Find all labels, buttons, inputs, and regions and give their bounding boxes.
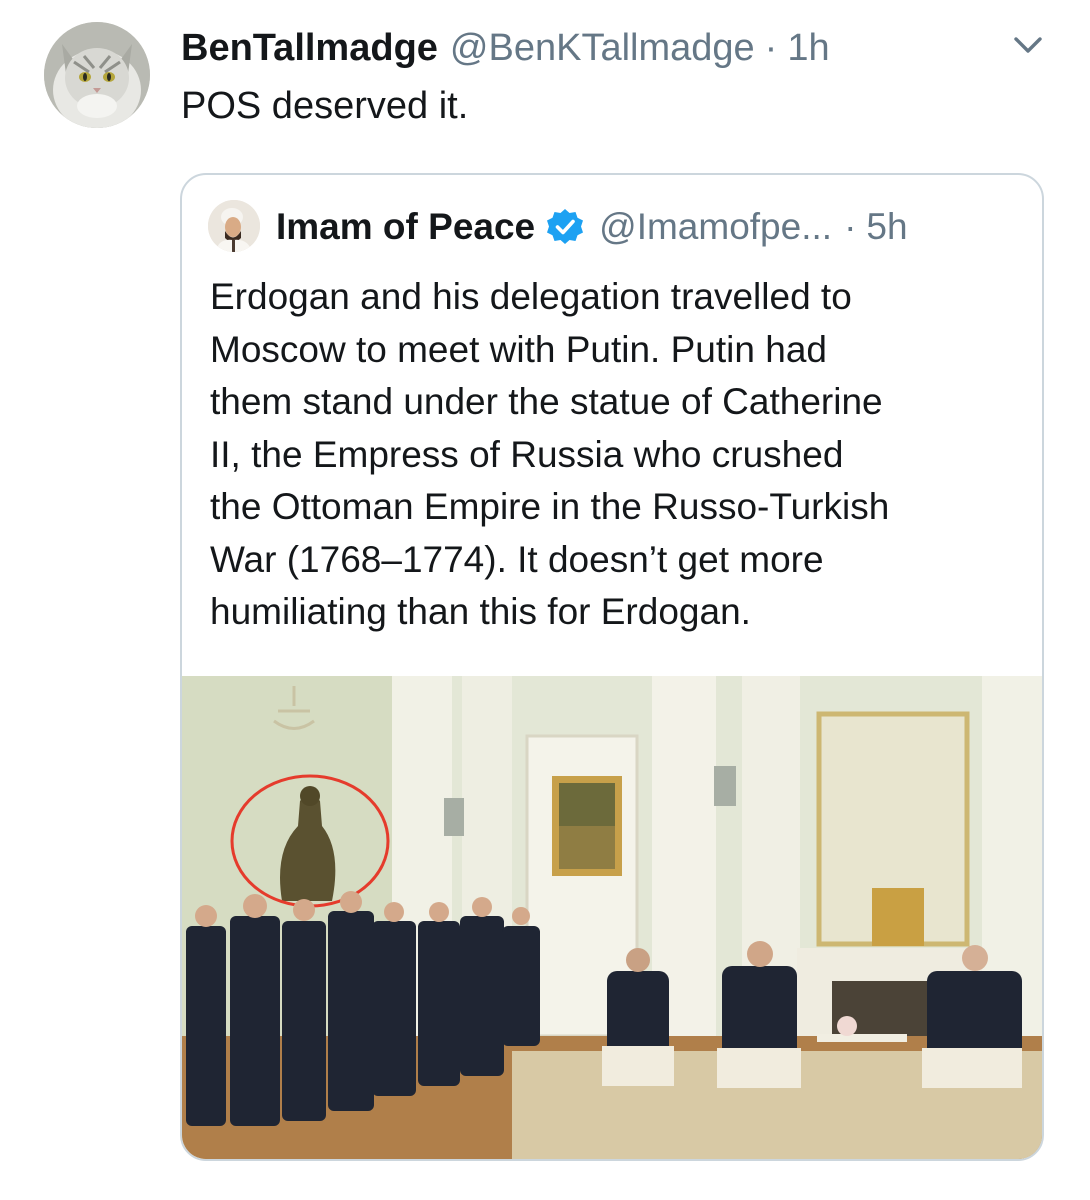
quoted-text-line: Moscow to meet with Putin. Putin had — [210, 328, 827, 370]
quoted-separator-dot: · — [844, 206, 857, 247]
timestamp[interactable]: 1h — [787, 27, 829, 70]
verified-badge-icon — [545, 207, 585, 247]
quoted-user-handle[interactable]: @Imamofpe... — [599, 206, 832, 248]
quoted-tweet[interactable]: Imam of Peace @Imamofpe... · 5h Erdogan … — [180, 173, 1044, 1161]
display-name[interactable]: BenTallmadge — [181, 27, 438, 70]
user-handle[interactable]: @BenKTallmadge — [450, 27, 755, 70]
separator-dot: · — [764, 26, 778, 69]
quoted-text-line: the Ottoman Empire in the Russo-Turkish — [210, 486, 890, 527]
quoted-tweet-header: Imam of Peace @Imamofpe... · 5h — [276, 203, 908, 251]
quoted-tweet-text: Erdogan and his delegation travelled to … — [210, 271, 1030, 639]
cat-avatar-icon[interactable] — [44, 22, 150, 128]
quoted-text-line: War (1768–1774). It doesn’t get more — [210, 538, 824, 580]
tweet-text: POS deserved it. — [181, 85, 469, 127]
imam-avatar-icon[interactable] — [208, 200, 260, 252]
tweet[interactable]: BenTallmadge @BenKTallmadge · 1h POS des… — [0, 0, 1090, 1200]
chevron-down-icon[interactable] — [1010, 30, 1046, 60]
tweet-header: BenTallmadge @BenKTallmadge · 1h — [181, 24, 830, 72]
quoted-display-name[interactable]: Imam of Peace — [276, 206, 535, 248]
quoted-text-line: II, the Empress of Russia who crushed — [210, 433, 844, 475]
quoted-text-line: Erdogan and his delegation travelled to — [210, 276, 852, 317]
quoted-timestamp[interactable]: 5h — [866, 206, 907, 248]
quoted-text-line: humiliating than this for Erdogan. — [210, 591, 751, 632]
quoted-text-line: them stand under the statue of Catherine — [210, 381, 883, 422]
kremlin-meeting-photo[interactable] — [182, 676, 1042, 1159]
